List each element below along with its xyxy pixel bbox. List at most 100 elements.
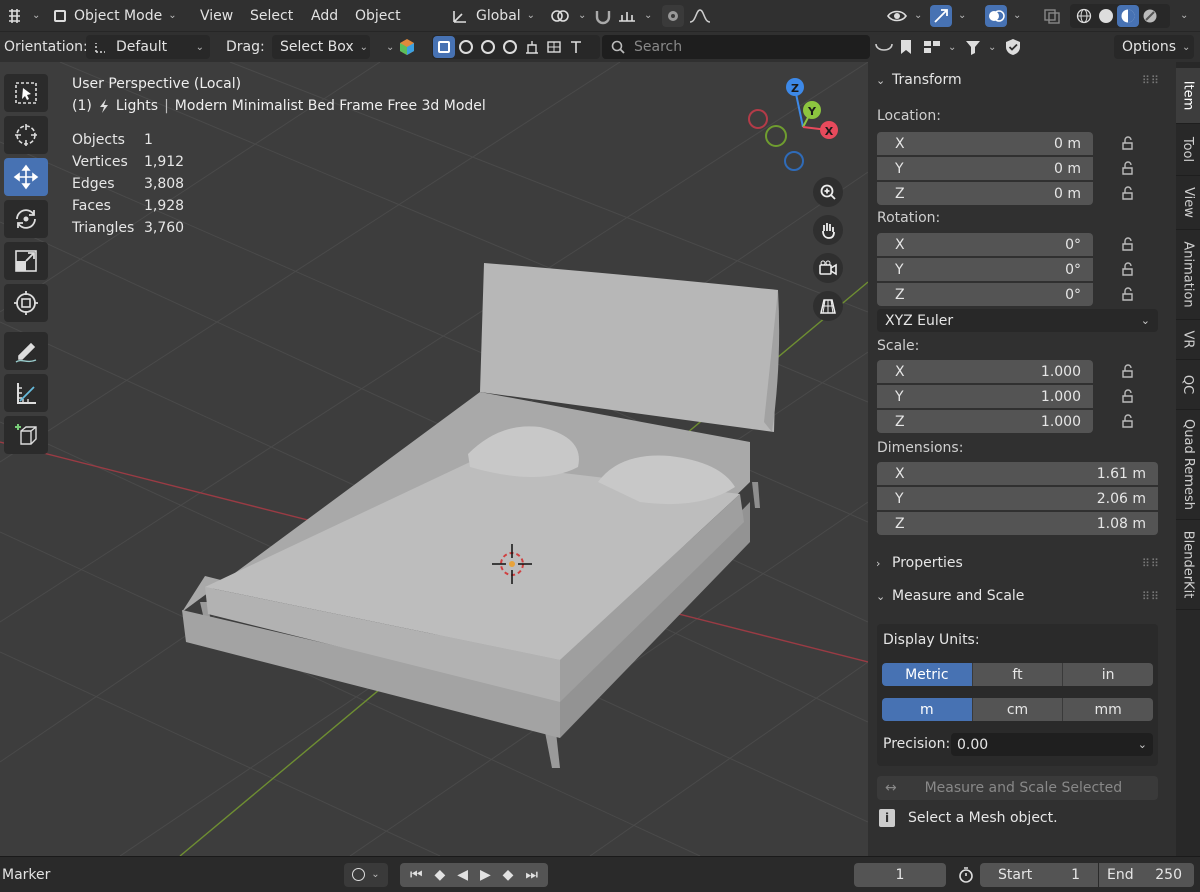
filter-surface-button[interactable] bbox=[477, 36, 499, 58]
move-tool[interactable] bbox=[4, 158, 48, 196]
drag-dropdown[interactable]: Select Box ⌄ bbox=[272, 35, 370, 59]
transform-orientation-dropdown[interactable]: Global ⌄ bbox=[444, 4, 541, 28]
lock-location-x-icon[interactable] bbox=[1121, 136, 1137, 150]
search-input[interactable]: Search bbox=[602, 35, 870, 59]
perspective-toggle-button[interactable] bbox=[813, 291, 843, 321]
rotation-y-field[interactable]: Y 0° bbox=[877, 258, 1093, 281]
proportional-falloff-dropdown[interactable] bbox=[688, 4, 714, 28]
lock-location-y-icon[interactable] bbox=[1121, 161, 1137, 175]
keyframe-toggle[interactable]: ⌄ bbox=[344, 862, 388, 887]
xray-toggle[interactable] bbox=[1042, 4, 1062, 28]
snap-target-dropdown[interactable]: ⌄ bbox=[616, 4, 652, 28]
camera-view-button[interactable] bbox=[813, 253, 843, 283]
layout-dropdown[interactable]: ⌄ bbox=[922, 35, 956, 59]
filter-meta-button[interactable] bbox=[499, 36, 521, 58]
unit-in-button[interactable]: in bbox=[1063, 663, 1154, 686]
dimension-y-field[interactable]: Y 2.06 m bbox=[877, 487, 1158, 510]
orientation-dropdown[interactable]: Default ⌄ bbox=[86, 35, 210, 59]
unit-cm-button[interactable]: cm bbox=[972, 698, 1064, 721]
scale-x-field[interactable]: X 1.000 bbox=[877, 360, 1093, 383]
location-y-field[interactable]: Y 0 m bbox=[877, 157, 1093, 180]
visibility-dropdown[interactable]: ⌄ bbox=[886, 4, 922, 28]
tab-view[interactable]: View bbox=[1176, 176, 1200, 230]
lock-scale-x-icon[interactable] bbox=[1121, 364, 1137, 378]
drag-grip-icon[interactable]: ⠿⠿ bbox=[1142, 590, 1160, 603]
filter-armature-button[interactable] bbox=[521, 36, 543, 58]
gizmo-neg-z[interactable] bbox=[784, 151, 804, 171]
play-icon[interactable]: ▶ bbox=[480, 867, 491, 883]
unit-metric-button[interactable]: Metric bbox=[882, 663, 973, 686]
bookmark-button[interactable] bbox=[898, 35, 914, 59]
cursor-tool[interactable] bbox=[4, 116, 48, 154]
shading-wireframe-button[interactable] bbox=[1073, 5, 1095, 27]
dimension-z-field[interactable]: Z 1.08 m bbox=[877, 512, 1158, 535]
measure-tool[interactable] bbox=[4, 374, 48, 412]
proportional-editing-toggle[interactable] bbox=[662, 4, 684, 28]
preview-range-toggle[interactable] bbox=[954, 863, 978, 887]
next-keyframe-icon[interactable]: ◆ bbox=[503, 867, 514, 883]
menu-select[interactable]: Select bbox=[250, 4, 293, 28]
prev-keyframe-icon[interactable]: ◆ bbox=[435, 867, 446, 883]
start-frame-field[interactable]: Start 1 bbox=[980, 863, 1098, 887]
options-dropdown[interactable]: Options ⌄ bbox=[1114, 35, 1194, 59]
tab-vr[interactable]: VR bbox=[1176, 320, 1200, 360]
lock-rotation-z-icon[interactable] bbox=[1121, 287, 1137, 301]
editor-type-button[interactable]: ⌄ bbox=[6, 4, 40, 28]
mode-dropdown[interactable]: Object Mode ⌄ bbox=[48, 4, 183, 28]
snapping-curve-button[interactable] bbox=[874, 35, 894, 59]
filter-lattice-button[interactable] bbox=[543, 36, 565, 58]
snap-toggle[interactable] bbox=[592, 4, 614, 28]
overlays-toggle[interactable]: ⌄ bbox=[985, 4, 1021, 28]
tab-animation[interactable]: Animation bbox=[1176, 230, 1200, 320]
scale-tool[interactable] bbox=[4, 242, 48, 280]
menu-object[interactable]: Object bbox=[355, 4, 401, 28]
pan-button[interactable] bbox=[813, 215, 843, 245]
properties-panel-header[interactable]: › Properties bbox=[876, 555, 963, 571]
shading-options-dropdown[interactable]: ⌄ bbox=[1174, 4, 1188, 28]
filter-dropdown[interactable]: ⌄ bbox=[964, 35, 996, 59]
lock-rotation-x-icon[interactable] bbox=[1121, 237, 1137, 251]
selectability-dropdown[interactable]: ⌄ bbox=[386, 35, 416, 59]
tab-blenderkit[interactable]: BlenderKit bbox=[1176, 520, 1200, 610]
shading-material-button[interactable] bbox=[1117, 4, 1139, 27]
filter-curve-button[interactable] bbox=[455, 36, 477, 58]
rotation-x-field[interactable]: X 0° bbox=[877, 233, 1093, 256]
dimension-x-field[interactable]: X 1.61 m bbox=[877, 462, 1158, 485]
navigation-gizmo[interactable]: Z Y X bbox=[748, 78, 838, 171]
lock-rotation-y-icon[interactable] bbox=[1121, 262, 1137, 276]
annotate-tool[interactable] bbox=[4, 332, 48, 370]
lock-scale-z-icon[interactable] bbox=[1121, 414, 1137, 428]
lock-scale-y-icon[interactable] bbox=[1121, 389, 1137, 403]
unit-m-button[interactable]: m bbox=[882, 698, 973, 721]
current-frame-field[interactable]: 1 bbox=[854, 863, 946, 887]
drag-grip-icon[interactable]: ⠿⠿ bbox=[1142, 74, 1160, 87]
rotate-tool[interactable] bbox=[4, 200, 48, 238]
scale-z-field[interactable]: Z 1.000 bbox=[877, 410, 1093, 433]
unit-ft-button[interactable]: ft bbox=[972, 663, 1064, 686]
add-cube-tool[interactable] bbox=[4, 416, 48, 454]
jump-end-icon[interactable]: ⏭ bbox=[525, 867, 538, 883]
pivot-point-button[interactable]: ⌄ bbox=[548, 4, 586, 28]
shading-rendered-button[interactable] bbox=[1139, 5, 1161, 27]
gizmo-neg-x[interactable] bbox=[748, 109, 768, 129]
tab-qc[interactable]: QC bbox=[1176, 360, 1200, 410]
menu-add[interactable]: Add bbox=[311, 4, 338, 28]
select-box-tool[interactable] bbox=[4, 74, 48, 112]
gizmo-neg-y[interactable] bbox=[765, 125, 787, 147]
transform-tool[interactable] bbox=[4, 284, 48, 322]
lock-location-z-icon[interactable] bbox=[1121, 186, 1137, 200]
zoom-button[interactable] bbox=[813, 177, 843, 207]
precision-dropdown[interactable]: 0.00 ⌄ bbox=[951, 733, 1153, 756]
menu-view[interactable]: View bbox=[200, 4, 233, 28]
filter-mesh-button[interactable] bbox=[433, 36, 455, 58]
tab-tool[interactable]: Tool bbox=[1176, 124, 1200, 176]
marker-menu[interactable]: Marker bbox=[2, 863, 50, 887]
transform-panel-header[interactable]: ⌄ Transform bbox=[876, 72, 962, 88]
location-z-field[interactable]: Z 0 m bbox=[877, 182, 1093, 205]
3d-viewport[interactable]: Z Y X User Perspective (Local) (1) Light… bbox=[0, 62, 868, 856]
scale-y-field[interactable]: Y 1.000 bbox=[877, 385, 1093, 408]
location-x-field[interactable]: X 0 m bbox=[877, 132, 1093, 155]
end-frame-field[interactable]: End 250 bbox=[1099, 863, 1194, 887]
tab-item[interactable]: Item bbox=[1176, 68, 1200, 124]
measure-scale-selected-button[interactable]: ↔ Measure and Scale Selected bbox=[877, 776, 1158, 800]
